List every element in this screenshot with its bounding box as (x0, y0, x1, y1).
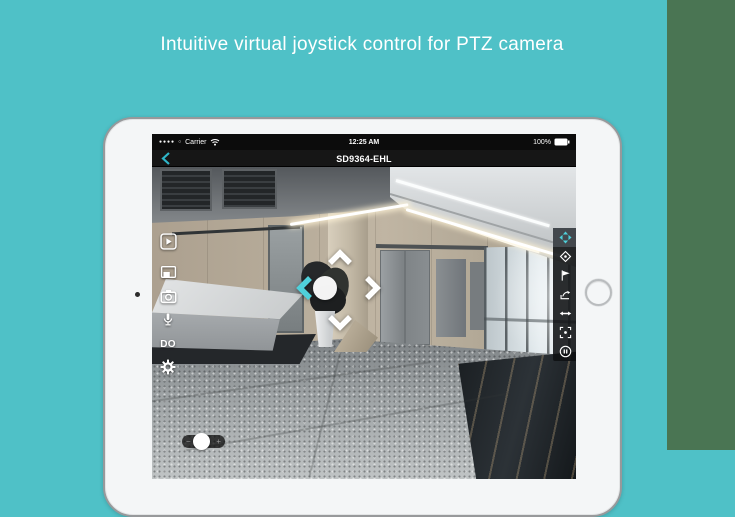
chevron-down-icon (327, 312, 353, 332)
settings-button[interactable] (158, 357, 178, 377)
chevron-right-icon (362, 275, 382, 301)
status-right: 100% (533, 134, 570, 150)
display-icon (160, 264, 177, 281)
camera-title: SD9364-EHL (152, 150, 576, 167)
scene-ceiling-grille (222, 169, 277, 209)
preset-flag-button[interactable] (553, 266, 576, 285)
wifi-icon (210, 138, 220, 146)
scene-ceiling-grille (160, 169, 212, 211)
joystick-knob[interactable] (313, 276, 337, 300)
snapshot-button[interactable] (158, 286, 178, 306)
auto-focus-button[interactable] (553, 323, 576, 342)
ptz-toolbar (553, 228, 576, 361)
carrier-label: Carrier (185, 139, 206, 146)
page-side-strip (667, 0, 735, 450)
tablet-frame: ●●●● ○ Carrier 12:25 AM 100% SD (103, 117, 622, 517)
pause-circle-icon (559, 345, 572, 358)
status-left: ●●●● ○ Carrier (159, 134, 220, 150)
playback-button[interactable] (158, 231, 178, 251)
microphone-icon (160, 312, 176, 328)
joystick-down-arrow[interactable] (327, 312, 353, 332)
patrol-button[interactable] (553, 285, 576, 304)
battery-full-icon (554, 138, 570, 146)
scene-elevator-door-2 (436, 259, 466, 337)
gear-icon (160, 359, 176, 375)
joystick-left-arrow-active[interactable] (295, 275, 315, 301)
joystick-pan-icon (559, 231, 572, 244)
zoom-out-button[interactable]: − (186, 438, 191, 446)
digital-output-button[interactable]: DO (158, 334, 178, 354)
nav-bar: SD9364-EHL (152, 150, 576, 167)
home-button[interactable] (585, 279, 612, 306)
zoom-in-button[interactable]: + (216, 438, 221, 446)
scene-elevator-door-3 (470, 262, 485, 330)
joystick-mode-button[interactable] (553, 228, 576, 247)
patrol-icon (559, 288, 572, 301)
preset-position-button[interactable] (553, 247, 576, 266)
flag-icon (559, 269, 572, 282)
tablet-screen: ●●●● ○ Carrier 12:25 AM 100% SD (152, 134, 576, 479)
target-icon (559, 250, 572, 263)
page-headline: Intuitive virtual joystick control for P… (0, 34, 724, 56)
scene-elevator-door-1 (380, 250, 430, 345)
camera-icon (160, 288, 177, 305)
signal-dots-icon: ●●●● (159, 139, 175, 145)
focus-icon (559, 326, 572, 339)
digital-output-label: DO (160, 339, 176, 350)
joystick-right-arrow[interactable] (362, 275, 382, 301)
two-way-audio-button[interactable] (158, 310, 178, 330)
live-video-feed[interactable]: DO (152, 167, 576, 479)
signal-empty-dot-icon: ○ (178, 139, 182, 145)
battery-percent: 100% (533, 139, 551, 146)
chevron-up-icon (327, 248, 353, 268)
stream-size-button[interactable] (158, 262, 178, 282)
play-box-icon (160, 233, 177, 250)
pause-button[interactable] (553, 342, 576, 361)
chevron-left-icon (295, 275, 315, 301)
horizontal-arrows-icon (559, 307, 572, 320)
clock: 12:25 AM (349, 134, 379, 150)
zoom-slider-knob[interactable] (193, 433, 210, 450)
pan-scan-button[interactable] (553, 304, 576, 323)
tablet-camera-dot (135, 292, 140, 297)
joystick-up-arrow[interactable] (327, 248, 353, 268)
status-bar: ●●●● ○ Carrier 12:25 AM 100% (152, 134, 576, 150)
